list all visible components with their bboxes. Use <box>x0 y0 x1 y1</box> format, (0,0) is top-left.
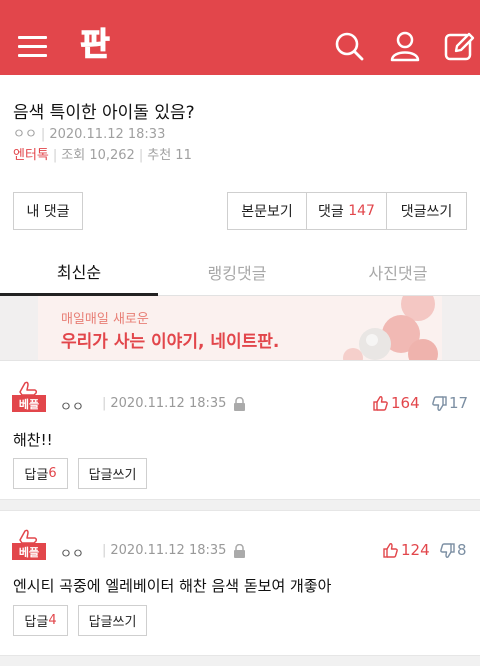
top-bar: 판 <box>0 0 480 75</box>
dislike-button[interactable]: 8 <box>440 541 467 559</box>
lock-icon[interactable] <box>233 397 246 411</box>
ad-line2: 우리가 사는 이야기, 네이트판. <box>61 332 280 352</box>
comment-text: 엔시티 곡중에 엘레베이터 해찬 음색 돋보여 개좋아 <box>13 577 332 595</box>
like-button[interactable]: 164 <box>373 394 420 412</box>
reply-count: 6 <box>48 466 57 481</box>
view-post-button[interactable]: 본문보기 <box>227 192 307 230</box>
views-label: 조회 <box>61 148 86 163</box>
like-count: 124 <box>401 541 430 559</box>
dislike-button[interactable]: 17 <box>432 394 468 412</box>
thumbs-up-icon <box>383 542 398 558</box>
thumbs-down-icon <box>440 542 455 558</box>
reply-label: 답글 <box>24 468 49 483</box>
comments-count-button[interactable]: 댓글 147 <box>306 192 387 230</box>
ad-line1: 매일매일 새로운 <box>61 312 149 327</box>
reply-count-button[interactable]: 답글 6 <box>13 458 68 489</box>
post-title: 음색 특이한 아이돌 있음? <box>13 103 195 123</box>
write-icon[interactable] <box>444 30 476 62</box>
tab-ranking[interactable]: 랭킹댓글 <box>158 248 316 296</box>
views-count: 10,262 <box>89 148 135 163</box>
reply-label: 답글 <box>24 615 49 630</box>
post-category[interactable]: 엔터톡 <box>13 148 49 163</box>
write-reply-label: 답글쓰기 <box>88 468 137 483</box>
recommend-count: 11 <box>175 148 192 163</box>
comment-sort-tabs: 최신순 랭킹댓글 사진댓글 <box>0 248 480 296</box>
write-reply-label: 답글쓰기 <box>88 615 137 630</box>
recommend-label: 추천 <box>147 148 172 163</box>
best-badge-text: 베플 <box>19 545 39 559</box>
dislike-count: 17 <box>449 394 469 412</box>
my-comments-button[interactable]: 내 댓글 <box>13 192 83 230</box>
balloons-image <box>343 296 438 360</box>
post-author[interactable]: ㅇㅇ <box>13 127 37 142</box>
comment-item: 베플 ㅇㅇ | 2020.11.12 18:35 124 8 엔시티 곡중에 엘레… <box>0 509 480 666</box>
view-post-label: 본문보기 <box>241 204 293 220</box>
comment-date-text: 2020.11.12 18:35 <box>110 396 227 411</box>
comment-divider <box>0 655 480 666</box>
thumbs-down-icon <box>432 395 447 411</box>
dislike-count: 8 <box>457 541 467 559</box>
write-reply-button[interactable]: 답글쓰기 <box>78 605 147 636</box>
lock-icon[interactable] <box>233 544 246 558</box>
menu-icon[interactable] <box>18 36 48 58</box>
post-date: 2020.11.12 18:33 <box>49 127 166 142</box>
best-comment-badge: 베플 <box>12 381 46 412</box>
comment-date-text: 2020.11.12 18:35 <box>110 543 227 558</box>
comment-date: | 2020.11.12 18:35 <box>102 543 227 558</box>
comment-divider <box>0 499 480 511</box>
like-button[interactable]: 124 <box>383 541 430 559</box>
reply-count: 4 <box>48 613 57 628</box>
ad-banner[interactable]: 매일매일 새로운 우리가 사는 이야기, 네이트판. <box>38 296 442 360</box>
comment-author[interactable]: ㅇㅇ <box>60 396 84 415</box>
my-comments-label: 내 댓글 <box>26 204 70 220</box>
tab-latest[interactable]: 최신순 <box>0 248 158 296</box>
comments-count: 147 <box>348 203 375 219</box>
thumbs-up-icon <box>373 395 388 411</box>
user-icon[interactable] <box>389 30 421 62</box>
write-reply-button[interactable]: 답글쓰기 <box>78 458 147 489</box>
comment-item: 베플 ㅇㅇ | 2020.11.12 18:35 164 17 해찬!! 답글 6 … <box>0 361 480 499</box>
comment-author[interactable]: ㅇㅇ <box>60 543 84 562</box>
post-meta: ㅇㅇ | 2020.11.12 18:33 <box>13 127 166 142</box>
ad-band: 매일매일 새로운 우리가 사는 이야기, 네이트판. <box>0 296 480 361</box>
comment-text: 해찬!! <box>13 431 53 449</box>
like-count: 164 <box>391 394 420 412</box>
tab-photo[interactable]: 사진댓글 <box>316 248 480 296</box>
best-badge-text: 베플 <box>19 397 39 411</box>
logo-text: 판 <box>80 25 109 62</box>
write-comment-label: 댓글쓰기 <box>400 204 453 220</box>
search-icon[interactable] <box>333 30 365 62</box>
comments-label: 댓글 <box>318 204 344 220</box>
comment-date: | 2020.11.12 18:35 <box>102 396 227 411</box>
reply-count-button[interactable]: 답글 4 <box>13 605 68 636</box>
write-comment-button[interactable]: 댓글쓰기 <box>386 192 467 230</box>
post-stats: 엔터톡 | 조회 10,262 | 추천 11 <box>13 148 192 163</box>
pann-logo[interactable]: 판 <box>76 24 114 62</box>
best-comment-badge: 베플 <box>12 529 46 560</box>
